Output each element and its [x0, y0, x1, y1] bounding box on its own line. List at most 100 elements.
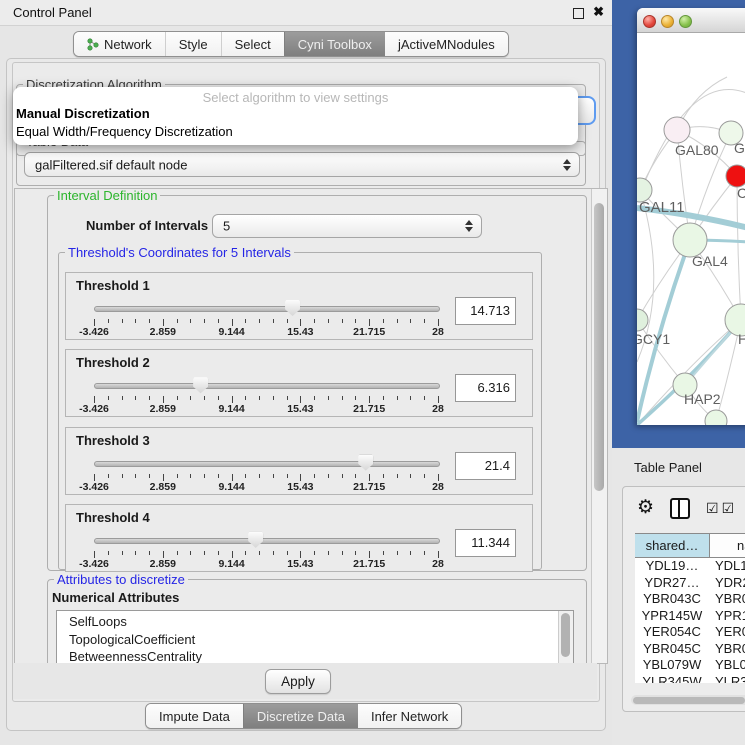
- tick-mark: [369, 319, 370, 326]
- tick-mark: [328, 551, 329, 555]
- network-node[interactable]: [664, 117, 690, 143]
- cell-name: YBR0: [709, 641, 745, 658]
- tab-label: Infer Network: [371, 709, 448, 724]
- footer: Apply: [13, 663, 597, 699]
- apply-button[interactable]: Apply: [265, 669, 331, 694]
- slider-track[interactable]: [94, 461, 440, 467]
- table-row[interactable]: YBR043CYBR0: [635, 591, 745, 608]
- network-node[interactable]: [726, 165, 745, 187]
- slider-track[interactable]: [94, 306, 440, 312]
- threshold-panel-1: Threshold 1-3.4262.8599.14415.4321.71528…: [65, 272, 533, 340]
- threshold-slider[interactable]: -3.4262.8599.14415.4321.71528: [94, 297, 438, 337]
- network-icon: [87, 38, 99, 51]
- slider-track[interactable]: [94, 383, 440, 389]
- threshold-slider[interactable]: -3.4262.8599.14415.4321.71528: [94, 529, 438, 569]
- checkbox-icons[interactable]: ☑ ☑: [706, 500, 734, 517]
- split-columns-icon[interactable]: [670, 498, 690, 519]
- bottom-tab-discretize-data[interactable]: Discretize Data: [243, 704, 358, 728]
- table-row[interactable]: YLR345WYLR3: [635, 674, 745, 684]
- network-node[interactable]: [673, 223, 707, 257]
- tab-network[interactable]: Network: [74, 32, 165, 56]
- table-data-combo-value: galFiltered.sif default node: [35, 157, 187, 172]
- network-graph-canvas[interactable]: GAL80GACGAL11GAL4GCY1HHAP2: [637, 32, 745, 425]
- tab-label: Impute Data: [159, 709, 230, 724]
- number-of-intervals-value: 5: [223, 219, 230, 234]
- top-tab-row: NetworkStyleSelectCyni ToolboxjActiveMNo…: [0, 31, 612, 57]
- tick-mark: [232, 319, 233, 326]
- slider-handle[interactable]: [285, 300, 300, 316]
- zoom-traffic-light-icon[interactable]: [679, 15, 692, 28]
- list-item[interactable]: TopologicalCoefficient: [57, 631, 559, 649]
- table-row[interactable]: YER054CYER0: [635, 624, 745, 641]
- tick-mark: [342, 474, 343, 478]
- table-row[interactable]: YDR27…YDR2: [635, 575, 745, 592]
- tick-mark: [122, 319, 123, 323]
- tick-mark: [232, 396, 233, 403]
- table-data-combo[interactable]: galFiltered.sif default node: [24, 152, 580, 177]
- tick-label: 2.859: [150, 403, 176, 415]
- tick-mark: [397, 319, 398, 323]
- tick-mark: [342, 396, 343, 400]
- algorithm-dropdown-popup: Select algorithm to view settings Manual…: [13, 87, 578, 145]
- network-node[interactable]: [637, 309, 648, 331]
- tick-mark: [218, 396, 219, 400]
- threshold-value-field[interactable]: 21.4: [455, 452, 516, 480]
- minimize-traffic-light-icon[interactable]: [661, 15, 674, 28]
- table-panel-title: Table Panel: [634, 460, 702, 475]
- node-label: GAL4: [692, 253, 728, 269]
- tick-mark: [259, 474, 260, 478]
- tick-mark: [190, 474, 191, 478]
- threshold-value-field[interactable]: 11.344: [455, 529, 516, 557]
- checkbox-icon: ☑: [706, 500, 719, 517]
- control-panel-titlebar: Control Panel ✖: [0, 0, 612, 26]
- table-header-row[interactable]: shared… na: [635, 533, 745, 558]
- table-row[interactable]: YBL079WYBL0: [635, 657, 745, 674]
- attributes-list-scrollbar[interactable]: [558, 611, 573, 664]
- number-of-intervals-combo[interactable]: 5: [212, 214, 482, 238]
- cell-shared-name: YDL19…: [635, 558, 709, 575]
- group-title-attributes: Attributes to discretize: [54, 572, 188, 587]
- tick-mark: [149, 319, 150, 323]
- tick-mark: [438, 474, 439, 481]
- threshold-value-field[interactable]: 6.316: [455, 374, 516, 402]
- tick-mark: [135, 474, 136, 478]
- tick-mark: [94, 396, 95, 403]
- network-node[interactable]: [705, 410, 727, 425]
- slider-handle[interactable]: [193, 377, 208, 393]
- tick-mark: [314, 396, 315, 400]
- threshold-slider[interactable]: -3.4262.8599.14415.4321.71528: [94, 374, 438, 414]
- node-table[interactable]: shared… na YDL19…YDL1YDR27…YDR2YBR043CYB…: [635, 533, 745, 683]
- tick-mark: [314, 319, 315, 323]
- tab-jactivemnodules[interactable]: jActiveMNodules: [385, 32, 508, 56]
- list-item[interactable]: BetweennessCentrality: [57, 648, 559, 664]
- settings-scrollbar[interactable]: [591, 189, 607, 663]
- cell-name: YBL0: [709, 657, 745, 674]
- slider-handle[interactable]: [358, 455, 373, 471]
- tick-label: 9.144: [218, 481, 244, 493]
- tab-cyni-toolbox[interactable]: Cyni Toolbox: [284, 32, 385, 56]
- bottom-tab-infer-network[interactable]: Infer Network: [358, 704, 461, 728]
- numerical-attributes-list[interactable]: SelfLoopsTopologicalCoefficientBetweenne…: [56, 610, 574, 664]
- tick-mark: [328, 396, 329, 400]
- tick-mark: [122, 396, 123, 400]
- slider-handle[interactable]: [248, 532, 263, 548]
- threshold-slider[interactable]: -3.4262.8599.14415.4321.71528: [94, 452, 438, 492]
- close-icon[interactable]: ✖: [593, 4, 604, 20]
- float-window-icon[interactable]: [573, 8, 584, 19]
- slider-track[interactable]: [94, 538, 440, 544]
- tick-label: -3.426: [79, 403, 109, 415]
- dropdown-option[interactable]: Manual Discretization: [13, 105, 578, 123]
- close-traffic-light-icon[interactable]: [643, 15, 656, 28]
- bottom-tab-impute-data[interactable]: Impute Data: [146, 704, 243, 728]
- table-horizontal-scrollbar[interactable]: [631, 695, 745, 705]
- dropdown-option[interactable]: Equal Width/Frequency Discretization: [13, 123, 578, 141]
- tab-select[interactable]: Select: [221, 32, 284, 56]
- table-row[interactable]: YPR145WYPR1: [635, 608, 745, 625]
- table-row[interactable]: YDL19…YDL1: [635, 558, 745, 575]
- table-row[interactable]: YBR045CYBR0: [635, 641, 745, 658]
- list-item[interactable]: SelfLoops: [57, 613, 559, 631]
- threshold-value-field[interactable]: 14.713: [455, 297, 516, 325]
- tick-label: 2.859: [150, 326, 176, 338]
- gear-icon[interactable]: ⚙: [637, 497, 654, 519]
- tab-style[interactable]: Style: [165, 32, 221, 56]
